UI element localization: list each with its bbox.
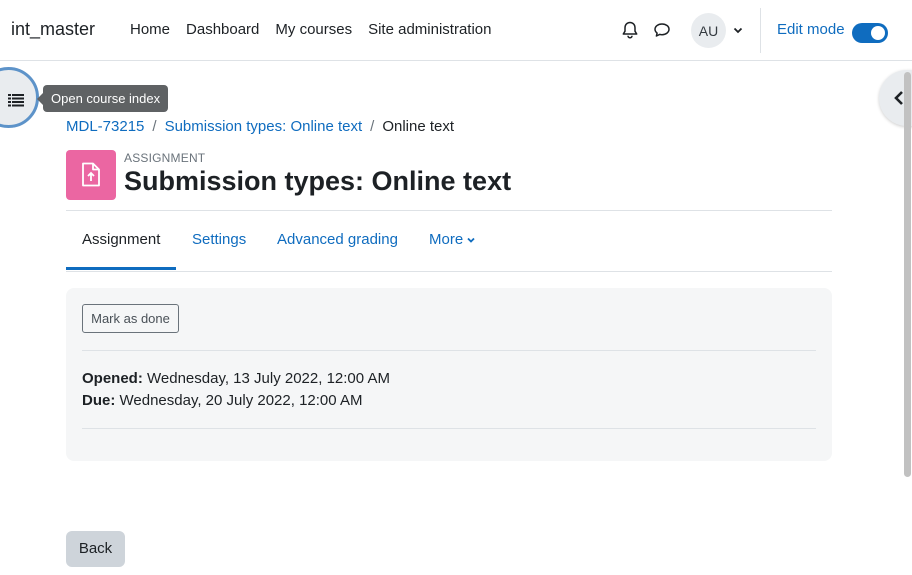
breadcrumb-separator: / bbox=[152, 118, 157, 135]
breadcrumb-assignment[interactable]: Submission types: Online text bbox=[165, 118, 363, 135]
list-icon bbox=[8, 94, 24, 107]
site-brand[interactable]: int_master bbox=[11, 19, 95, 40]
opened-date: Opened: Wednesday, 13 July 2022, 12:00 A… bbox=[82, 370, 390, 387]
chevron-down-icon[interactable] bbox=[732, 24, 744, 36]
chevron-down-icon bbox=[467, 237, 475, 243]
edit-mode-label[interactable]: Edit mode bbox=[777, 21, 845, 38]
back-button[interactable]: Back bbox=[66, 531, 125, 567]
assignment-activity-icon bbox=[66, 150, 116, 200]
breadcrumb-current: Online text bbox=[382, 118, 455, 135]
navbar-divider bbox=[760, 8, 761, 53]
page-scrollbar[interactable] bbox=[904, 72, 911, 477]
due-label: Due: bbox=[82, 392, 116, 409]
page-title: Submission types: Online text bbox=[124, 166, 512, 196]
tab-assignment[interactable]: Assignment bbox=[82, 231, 160, 248]
nav-my-courses[interactable]: My courses bbox=[275, 21, 352, 38]
opened-value: Wednesday, 13 July 2022, 12:00 AM bbox=[147, 370, 390, 387]
secondary-navigation: Assignment Settings Advanced grading Mor… bbox=[66, 211, 832, 272]
edit-mode-toggle[interactable] bbox=[852, 23, 888, 43]
nav-site-administration[interactable]: Site administration bbox=[368, 21, 491, 38]
breadcrumb-separator: / bbox=[370, 118, 375, 135]
open-course-index-button[interactable] bbox=[0, 67, 39, 128]
tab-advanced-grading[interactable]: Advanced grading bbox=[277, 231, 398, 248]
due-value: Wednesday, 20 July 2022, 12:00 AM bbox=[119, 392, 363, 409]
chat-bubble-icon[interactable] bbox=[652, 20, 672, 40]
user-avatar[interactable]: AU bbox=[691, 13, 726, 48]
mark-as-done-button[interactable]: Mark as done bbox=[82, 304, 179, 333]
card-divider bbox=[82, 428, 816, 429]
opened-label: Opened: bbox=[82, 370, 143, 387]
course-index-tooltip: Open course index bbox=[36, 85, 169, 112]
due-date: Due: Wednesday, 20 July 2022, 12:00 AM bbox=[82, 392, 362, 409]
top-navbar: int_master Home Dashboard My courses Sit… bbox=[0, 0, 912, 61]
active-tab-indicator bbox=[66, 267, 176, 270]
card-divider bbox=[82, 350, 816, 351]
assignment-icon bbox=[82, 162, 100, 187]
nav-dashboard[interactable]: Dashboard bbox=[186, 21, 259, 38]
breadcrumb-course[interactable]: MDL-73215 bbox=[66, 118, 144, 135]
tab-settings[interactable]: Settings bbox=[192, 231, 246, 248]
bell-icon[interactable] bbox=[620, 20, 640, 40]
tab-more[interactable]: More bbox=[429, 231, 476, 248]
activity-information: Mark as done Opened: Wednesday, 13 July … bbox=[66, 288, 832, 461]
breadcrumb: MDL-73215 / Submission types: Online tex… bbox=[66, 118, 454, 135]
activity-type-label: ASSIGNMENT bbox=[124, 151, 206, 165]
nav-home[interactable]: Home bbox=[130, 21, 170, 38]
primary-navigation: Home Dashboard My courses Site administr… bbox=[130, 21, 508, 38]
tab-more-label: More bbox=[429, 231, 464, 248]
